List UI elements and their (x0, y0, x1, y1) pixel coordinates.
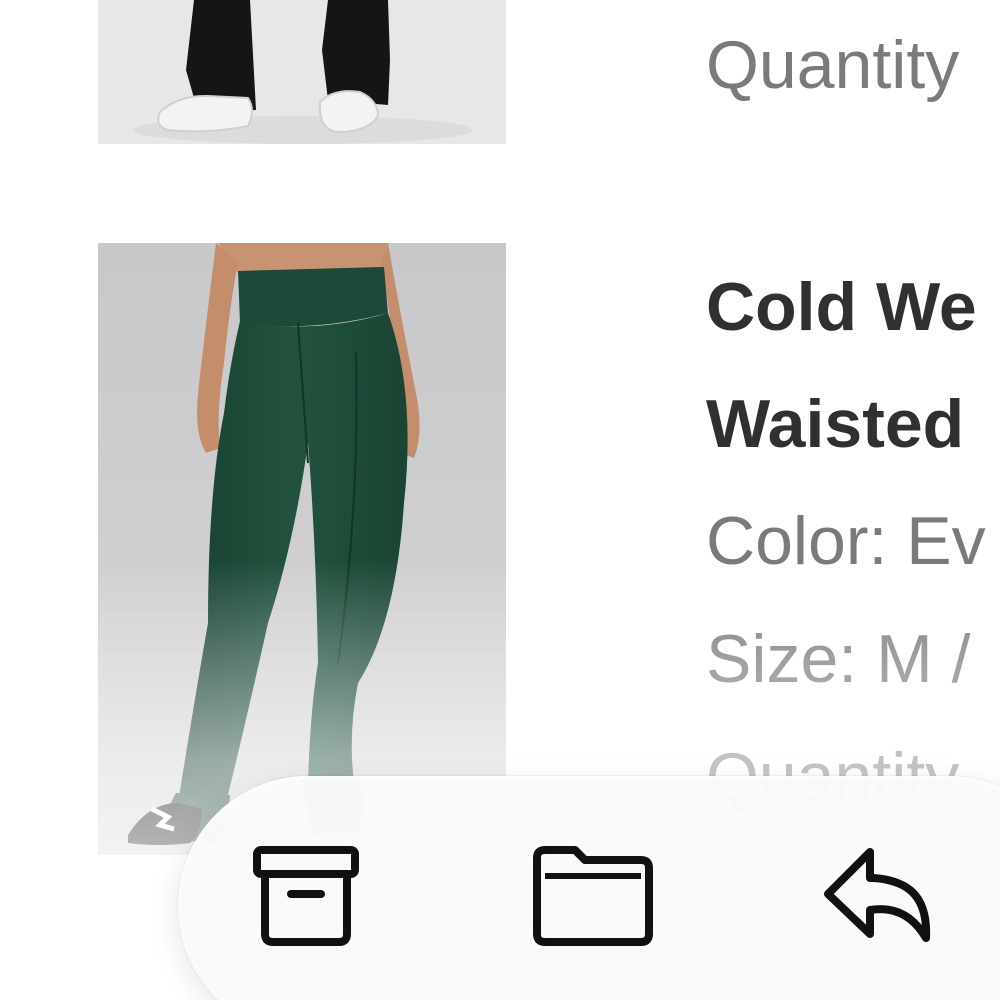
product-color-label: Color: Ev (706, 503, 986, 579)
green-leggings-illustration (98, 243, 506, 855)
reply-button[interactable] (815, 836, 945, 956)
folder-icon (531, 846, 655, 946)
product-image-green-leggings[interactable] (98, 243, 506, 855)
quantity-label-item1: Quantity (706, 27, 960, 103)
archive-button[interactable] (241, 836, 371, 956)
archive-box-icon (251, 844, 361, 948)
product-title-line1: Cold We (706, 269, 977, 345)
action-toolbar (178, 776, 1000, 1000)
email-view: Quantity Cold We Waisted Color: Ev Size:… (0, 0, 1000, 1000)
product-size-label: Size: M / (706, 621, 971, 697)
move-to-folder-button[interactable] (528, 836, 658, 956)
black-pants-illustration (98, 0, 506, 144)
product-image-black-pants[interactable] (98, 0, 506, 144)
product-title-line2: Waisted (706, 386, 965, 462)
reply-arrow-icon (820, 846, 940, 946)
